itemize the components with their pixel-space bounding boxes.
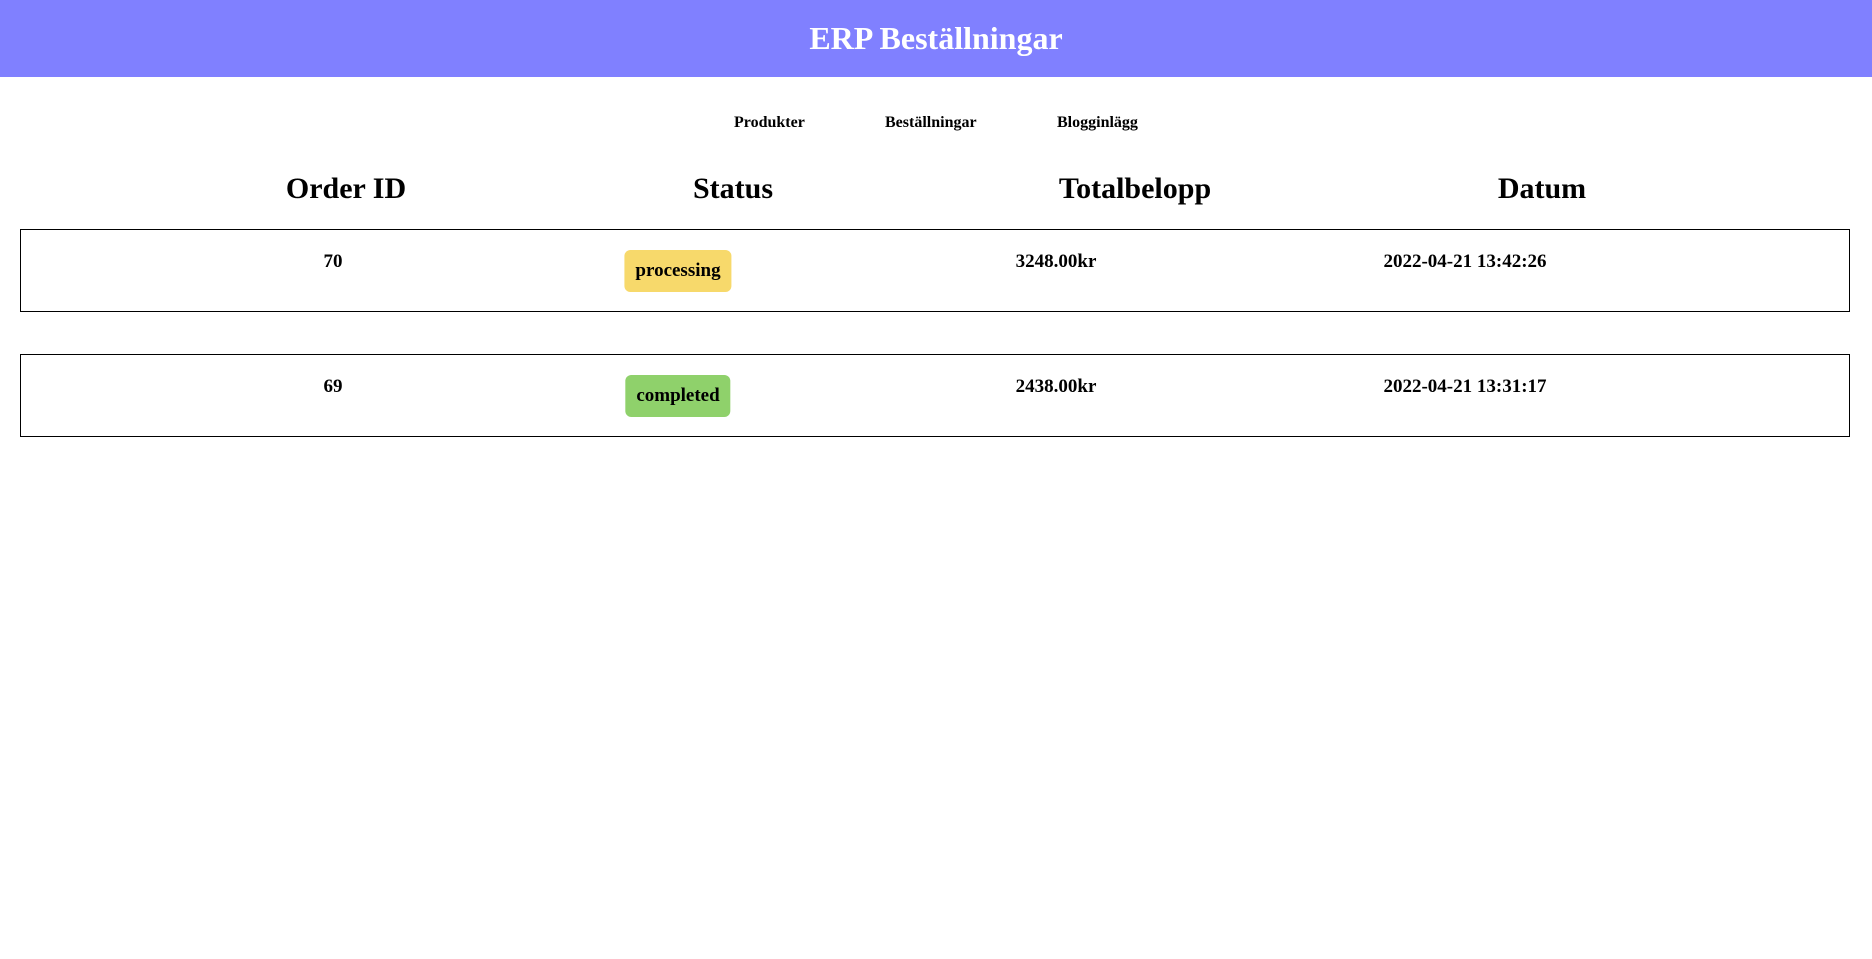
nav-link-blogginlagg[interactable]: Blogginlägg xyxy=(1057,114,1138,132)
order-row: 69 completed 2438.00kr 2022-04-21 13:31:… xyxy=(20,354,1850,437)
order-date: 2022-04-21 13:31:17 xyxy=(1383,376,1547,397)
order-total: 2438.00kr xyxy=(1015,376,1097,397)
column-header-total: Totalbelopp xyxy=(1058,172,1212,205)
column-header-order-id: Order ID xyxy=(285,172,407,205)
order-date: 2022-04-21 13:42:26 xyxy=(1383,251,1547,272)
nav-link-produkter[interactable]: Produkter xyxy=(734,114,805,132)
column-header-status: Status xyxy=(692,172,774,205)
page-header: ERP Beställningar xyxy=(0,0,1872,77)
table-header: Order ID Status Totalbelopp Datum xyxy=(0,172,1872,212)
order-id: 70 xyxy=(323,251,343,272)
nav-link-bestallningar[interactable]: Beställningar xyxy=(885,114,977,132)
status-badge: completed xyxy=(625,375,731,417)
main-nav: Produkter Beställningar Blogginlägg xyxy=(0,114,1872,138)
order-total: 3248.00kr xyxy=(1015,251,1097,272)
status-badge: processing xyxy=(624,250,732,292)
order-row: 70 processing 3248.00kr 2022-04-21 13:42… xyxy=(20,229,1850,312)
order-id: 69 xyxy=(323,376,343,397)
column-header-date: Datum xyxy=(1497,172,1587,205)
page-title: ERP Beställningar xyxy=(809,20,1063,56)
